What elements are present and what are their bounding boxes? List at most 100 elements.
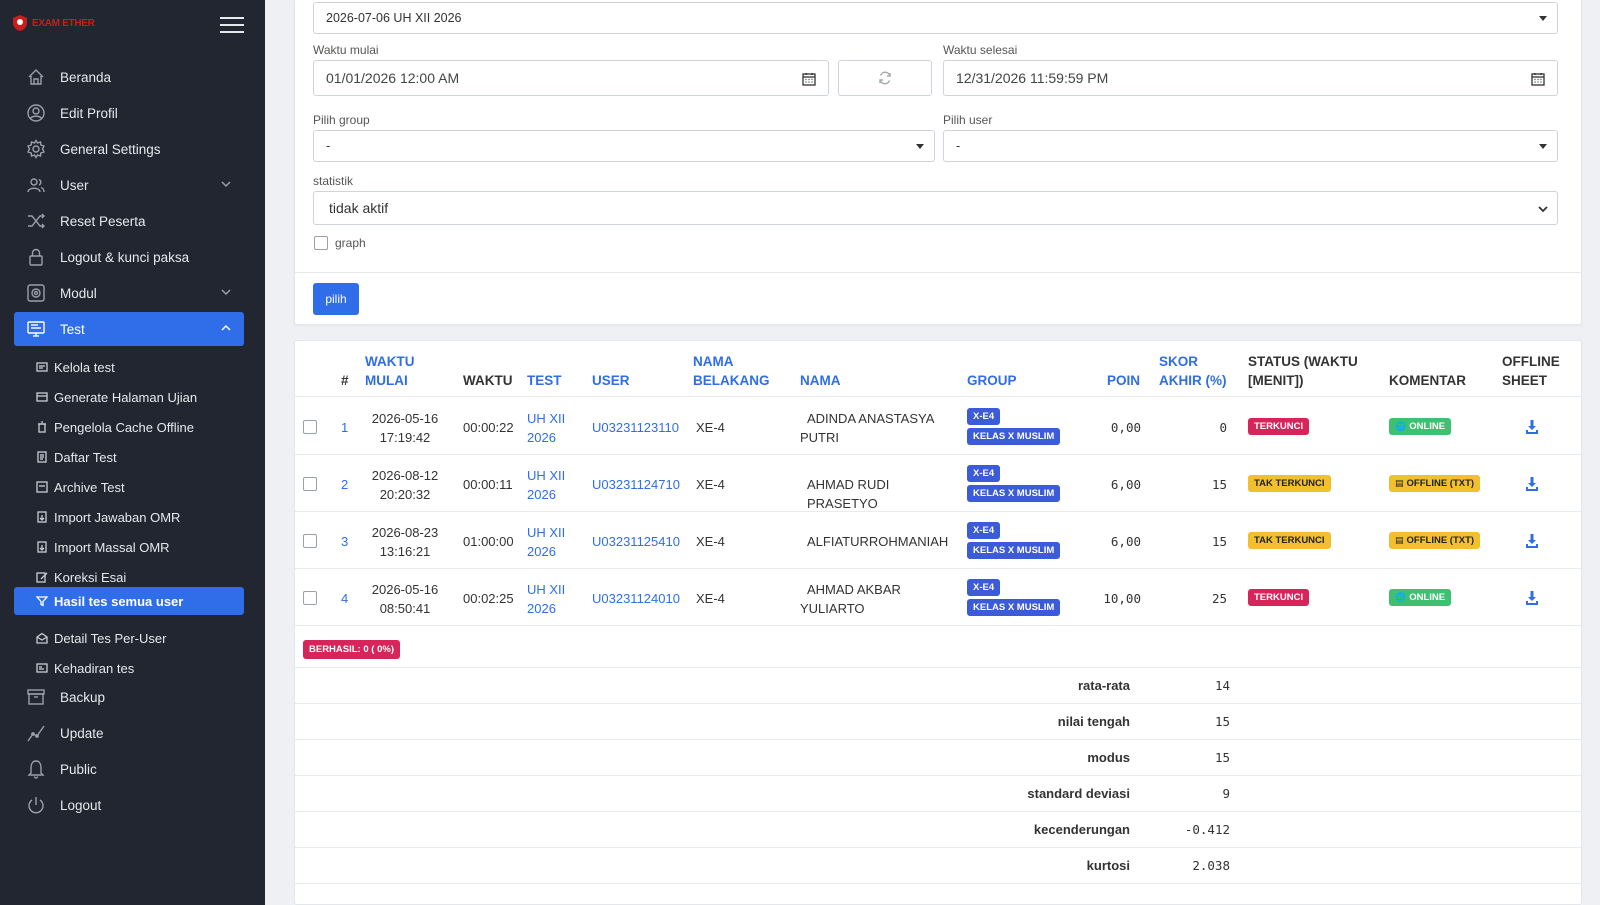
row-user-link[interactable]: U03231123110 — [592, 418, 679, 437]
sidebar-sublabel: Detail Tes Per-User — [54, 630, 167, 646]
group-badge: X-E4 — [967, 522, 1001, 539]
col-points-header[interactable]: POIN — [1107, 371, 1140, 390]
sidebar-item-reset-peserta[interactable]: Reset Peserta — [14, 204, 244, 238]
header-line: MULAI — [365, 373, 408, 388]
row-test-link[interactable]: UH XII 2026 — [527, 409, 565, 447]
file-import-icon — [36, 540, 50, 554]
row-user-link[interactable]: U03231124010 — [592, 589, 680, 608]
caret-down-icon — [1539, 16, 1547, 21]
graph-checkbox[interactable] — [314, 236, 328, 250]
sidebar-label: Logout — [60, 797, 102, 813]
name-line: AHMAD RUDI PRASETYO — [807, 477, 890, 511]
sidebar-label: Backup — [60, 689, 106, 705]
row-user-link[interactable]: U03231124710 — [592, 475, 680, 494]
row-checkbox[interactable] — [303, 477, 317, 491]
sidebar-item-beranda[interactable]: Beranda — [14, 60, 244, 94]
test-line: 2026 — [527, 544, 556, 559]
sidebar-label: Logout & kunci paksa — [60, 249, 190, 265]
col-test-header[interactable]: TEST — [527, 371, 562, 390]
col-score-header[interactable]: SKOR AKHIR (%) — [1159, 352, 1227, 390]
sidebar-item-logout[interactable]: Logout — [14, 788, 244, 822]
download-icon[interactable] — [1524, 476, 1540, 492]
sidebar-item-user[interactable]: User — [14, 168, 244, 202]
sidebar-item-logout-kunci-paksa[interactable]: Logout & kunci paksa — [14, 240, 244, 274]
test-line: UH XII — [527, 582, 566, 597]
row-number[interactable]: 2 — [341, 475, 348, 494]
sidebar-item-test[interactable]: Test — [14, 312, 244, 346]
calendar-icon[interactable] — [802, 72, 816, 86]
statistik-select[interactable]: tidak aktif — [313, 191, 1558, 225]
sidebar-subitem-hasil-tes-semua-user[interactable]: Hasil tes semua user — [14, 587, 244, 615]
page-icon — [36, 390, 50, 404]
row-user-link[interactable]: U03231125410 — [592, 532, 680, 551]
col-start-header[interactable]: WAKTU MULAI — [365, 352, 415, 390]
row-start-time: 2026-05-16 17:19:42 — [367, 409, 443, 447]
sidebar-item-modul[interactable]: Modul — [14, 276, 244, 310]
filter-icon — [36, 594, 50, 608]
sidebar-sublabel: Koreksi Esai — [54, 569, 127, 585]
sidebar-subitem-import-massal-omr[interactable]: Import Massal OMR — [14, 533, 244, 561]
download-icon[interactable] — [1524, 419, 1540, 435]
row-number[interactable]: 4 — [341, 589, 348, 608]
brand[interactable]: EXAM ETHER — [12, 14, 95, 32]
lock-icon — [24, 246, 48, 268]
sidebar-subitem-kelola-test[interactable]: Kelola test — [14, 353, 244, 381]
row-checkbox[interactable] — [303, 591, 317, 605]
col-lastname-header[interactable]: NAMA BELAKANG — [693, 352, 770, 390]
row-checkbox[interactable] — [303, 534, 317, 548]
row-checkbox[interactable] — [303, 420, 317, 434]
sidebar-sublabel: Pengelola Cache Offline — [54, 419, 194, 435]
users-icon — [24, 174, 48, 196]
sidebar-item-edit-profil[interactable]: Edit Profil — [14, 96, 244, 130]
name-line: ALFIATURROHMANIAH — [807, 534, 949, 549]
col-name-header[interactable]: NAMA — [800, 371, 841, 390]
statistik-select-value: tidak aktif — [329, 200, 389, 216]
group-badge: KELAS X MUSLIM — [967, 428, 1061, 445]
chevron-up-icon — [220, 322, 232, 334]
user-select[interactable]: - — [943, 130, 1558, 162]
col-user-header[interactable]: USER — [592, 371, 630, 390]
menu-toggle-icon[interactable] — [220, 17, 244, 33]
calendar-icon[interactable] — [1531, 72, 1545, 86]
sidebar-subitem-generate-halaman-ujian[interactable]: Generate Halaman Ujian — [14, 383, 244, 411]
row-divider — [295, 568, 1581, 569]
row-test-link[interactable]: UH XII 2026 — [527, 523, 565, 561]
sidebar-label: General Settings — [60, 141, 161, 157]
download-icon[interactable] — [1524, 590, 1540, 606]
test-select[interactable]: 2026-07-06 UH XII 2026 — [313, 2, 1558, 34]
start-date: 2026-08-23 — [371, 525, 439, 540]
col-group-header[interactable]: GROUP — [967, 371, 1017, 390]
sidebar-item-update[interactable]: Update — [14, 716, 244, 750]
row-test-link[interactable]: UH XII 2026 — [527, 466, 565, 504]
end-time-input[interactable]: 12/31/2026 11:59:59 PM — [943, 60, 1558, 96]
stat-value-kurtosis: 2.038 — [1192, 858, 1230, 873]
row-number[interactable]: 1 — [341, 418, 348, 437]
file-import-icon — [36, 510, 50, 524]
download-icon[interactable] — [1524, 533, 1540, 549]
sidebar-item-general-settings[interactable]: General Settings — [14, 132, 244, 166]
sidebar-subitem-kehadiran-tes[interactable]: Kehadiran tes — [14, 654, 244, 682]
row-points: 0,00 — [1110, 420, 1141, 435]
row-test-link[interactable]: UH XII 2026 — [527, 580, 565, 618]
sidebar-sublabel: Import Massal OMR — [54, 539, 170, 555]
sidebar-subitem-detail-tes-per-user[interactable]: Detail Tes Per-User — [14, 624, 244, 652]
row-number[interactable]: 3 — [341, 532, 348, 551]
sidebar-label: Edit Profil — [60, 105, 118, 121]
sidebar-item-public[interactable]: Public — [14, 752, 244, 786]
refresh-button[interactable] — [838, 60, 932, 96]
sidebar-subitem-archive-test[interactable]: Archive Test — [14, 473, 244, 501]
stat-value-mean: 14 — [1214, 678, 1230, 693]
monitor-icon — [24, 318, 48, 340]
col-offline-header: OFFLINE SHEET — [1502, 352, 1560, 390]
group-badge: X-E4 — [967, 465, 1001, 482]
group-select[interactable]: - — [313, 130, 935, 162]
sidebar-item-backup[interactable]: Backup — [14, 680, 244, 714]
sidebar-subitem-import-jawaban-omr[interactable]: Import Jawaban OMR — [14, 503, 244, 531]
stat-label-median: nilai tengah — [1057, 714, 1130, 729]
start-time-input[interactable]: 01/01/2026 12:00 AM — [313, 60, 829, 96]
sidebar-subitem-pengelola-cache-offline[interactable]: Pengelola Cache Offline — [14, 413, 244, 441]
sidebar-subitem-daftar-test[interactable]: Daftar Test — [14, 443, 244, 471]
archive-small-icon — [36, 480, 50, 494]
pilih-button[interactable]: pilih — [313, 283, 359, 315]
caret-down-icon — [1539, 144, 1547, 149]
